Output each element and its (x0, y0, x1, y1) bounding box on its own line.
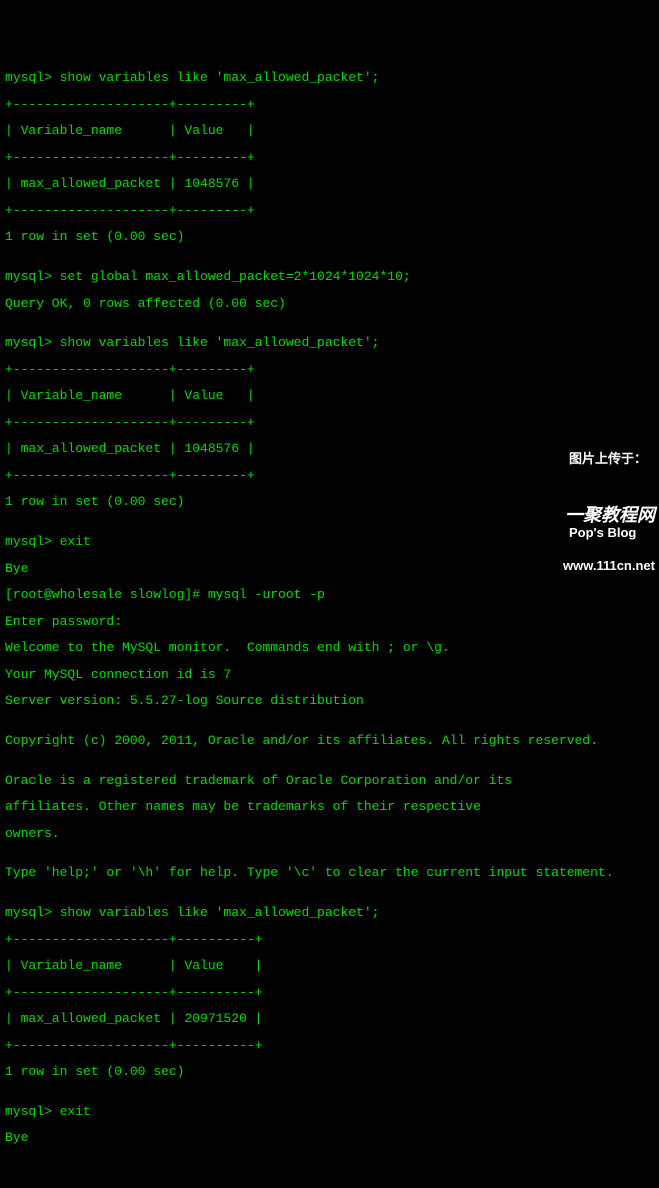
terminal-line: Copyright (c) 2000, 2011, Oracle and/or … (5, 734, 654, 747)
terminal-output: mysql> show variables like 'max_allowed_… (5, 58, 654, 1158)
terminal-line: +--------------------+----------+ (5, 986, 654, 999)
terminal-line: +--------------------+---------+ (5, 363, 654, 376)
terminal-line: +--------------------+---------+ (5, 204, 654, 217)
terminal-line: +--------------------+----------+ (5, 1039, 654, 1052)
upload-label: 图片上传于： (569, 447, 647, 472)
terminal-line: | Variable_name | Value | (5, 124, 654, 137)
terminal-line: | max_allowed_packet | 1048576 | (5, 177, 654, 190)
terminal-line: +--------------------+----------+ (5, 933, 654, 946)
terminal-line: mysql> show variables like 'max_allowed_… (5, 336, 654, 349)
terminal-line: mysql> exit (5, 1105, 654, 1118)
watermark: 一聚教程网 www.111cn.net (563, 473, 655, 590)
terminal-line: +--------------------+---------+ (5, 416, 654, 429)
terminal-line: | Variable_name | Value | (5, 959, 654, 972)
terminal-line: mysql> set global max_allowed_packet=2*1… (5, 270, 654, 283)
terminal-line: owners. (5, 827, 654, 840)
watermark-site: 一聚教程网 (563, 506, 655, 526)
terminal-line: affiliates. Other names may be trademark… (5, 800, 654, 813)
terminal-line: +--------------------+---------+ (5, 469, 654, 482)
terminal-line: Type 'help;' or '\h' for help. Type '\c'… (5, 866, 654, 879)
terminal-line: [root@wholesale slowlog]# mysql -uroot -… (5, 588, 654, 601)
terminal-line: Oracle is a registered trademark of Orac… (5, 774, 654, 787)
terminal-line: Welcome to the MySQL monitor. Commands e… (5, 641, 654, 654)
watermark-url: www.111cn.net (563, 559, 655, 573)
terminal-line: | Variable_name | Value | (5, 389, 654, 402)
terminal-line: +--------------------+---------+ (5, 98, 654, 111)
terminal-line: Bye (5, 562, 654, 575)
terminal-line: +--------------------+---------+ (5, 151, 654, 164)
terminal-line: Server version: 5.5.27-log Source distri… (5, 694, 654, 707)
terminal-line: 1 row in set (0.00 sec) (5, 1065, 654, 1078)
terminal-line: 1 row in set (0.00 sec) (5, 230, 654, 243)
terminal-line: mysql> exit (5, 535, 654, 548)
terminal-line: | max_allowed_packet | 20971520 | (5, 1012, 654, 1025)
terminal-line: Bye (5, 1131, 654, 1144)
terminal-line: Your MySQL connection id is 7 (5, 668, 654, 681)
terminal-line: mysql> show variables like 'max_allowed_… (5, 71, 654, 84)
terminal-line: Enter password: (5, 615, 654, 628)
terminal-line: mysql> show variables like 'max_allowed_… (5, 906, 654, 919)
terminal-line: | max_allowed_packet | 1048576 | (5, 442, 654, 455)
terminal-line: Query OK, 0 rows affected (0.00 sec) (5, 297, 654, 310)
terminal-line: 1 row in set (0.00 sec) (5, 495, 654, 508)
